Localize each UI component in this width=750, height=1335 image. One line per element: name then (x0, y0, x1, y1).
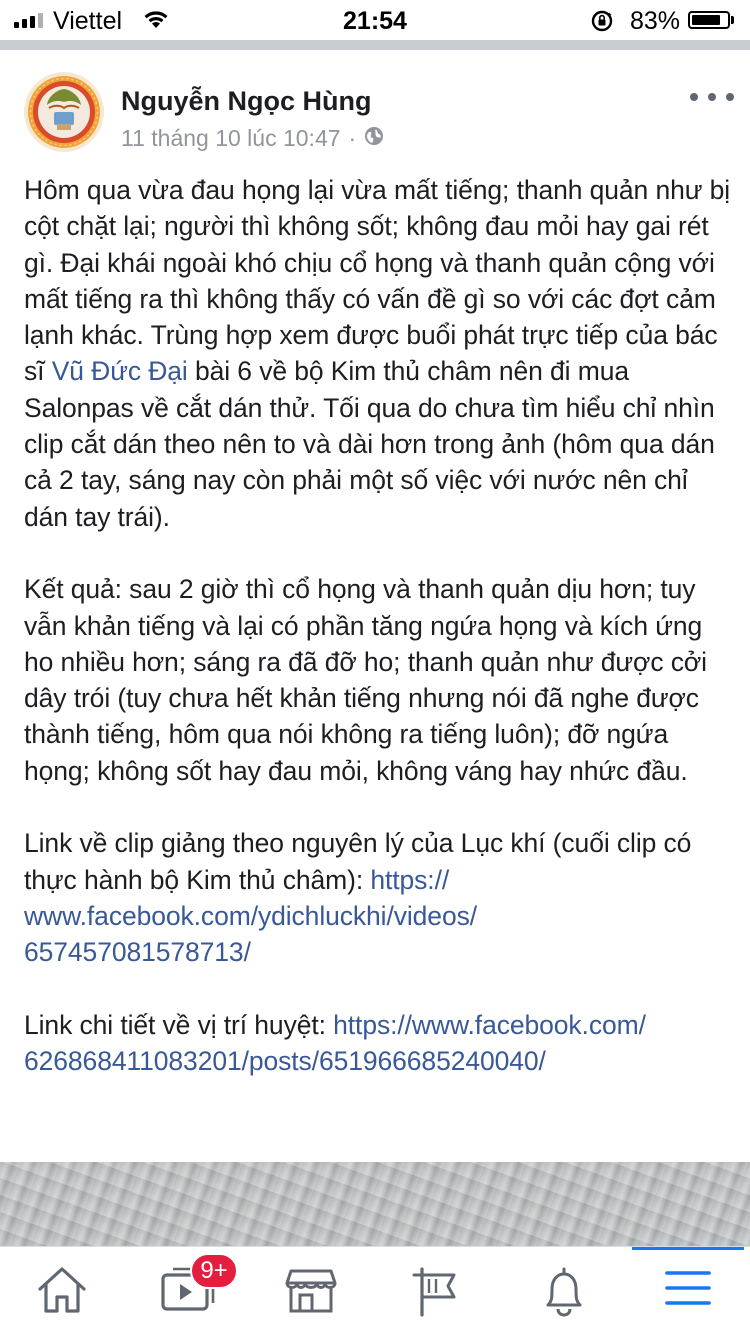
author-name[interactable]: Nguyễn Ngọc Hùng (121, 86, 372, 117)
video-notification-badge: 9+ (190, 1253, 238, 1289)
paragraph-text: Link về clip giảng theo nguyên lý của Lụ… (24, 828, 692, 895)
battery-percent: 83% (630, 7, 681, 35)
battery-icon (688, 11, 730, 29)
more-dot-icon (726, 93, 734, 101)
paragraph-text: Hôm qua vừa đau họng lại vừa mất tiếng; … (24, 175, 731, 387)
more-dot-icon (690, 93, 698, 101)
marketplace-icon[interactable] (276, 1265, 346, 1321)
post-paragraph-4: Link chi tiết về vị trí huyệt: https://w… (24, 1007, 736, 1080)
post-text: Hôm qua vừa đau họng lại vừa mất tiếng; … (24, 172, 736, 1079)
post-paragraph-1: Hôm qua vừa đau họng lại vừa mất tiếng; … (24, 172, 736, 535)
home-icon[interactable] (27, 1265, 97, 1321)
post-paragraph-2: Kết quả: sau 2 giờ thì cổ họng và thanh … (24, 574, 707, 786)
author-avatar[interactable] (24, 72, 104, 152)
battery-tip (731, 16, 734, 24)
post-options-button[interactable] (690, 86, 734, 108)
mention-link[interactable]: Vũ Đức Đại (52, 356, 188, 386)
post-paragraph-3: Link về clip giảng theo nguyên lý của Lụ… (24, 825, 736, 970)
pages-flag-icon[interactable] (402, 1265, 472, 1321)
status-bar: Viettel 21:54 83% (0, 0, 750, 40)
menu-icon[interactable] (653, 1265, 723, 1321)
globe-icon (364, 125, 384, 152)
meta-separator: · (348, 125, 357, 151)
feed-divider (0, 40, 750, 50)
notifications-bell-icon[interactable] (529, 1265, 599, 1321)
rotation-lock-icon (590, 9, 614, 38)
more-dot-icon (708, 93, 716, 101)
post-meta: 11 tháng 10 lúc 10:47 · (121, 125, 384, 152)
active-tab-indicator (632, 1247, 744, 1250)
post-photo[interactable] (0, 1162, 750, 1246)
post-timestamp[interactable]: 11 tháng 10 lúc 10:47 (121, 125, 341, 152)
paragraph-text: Link chi tiết về vị trí huyệt: (24, 1009, 334, 1040)
bottom-tab-bar (0, 1246, 750, 1335)
